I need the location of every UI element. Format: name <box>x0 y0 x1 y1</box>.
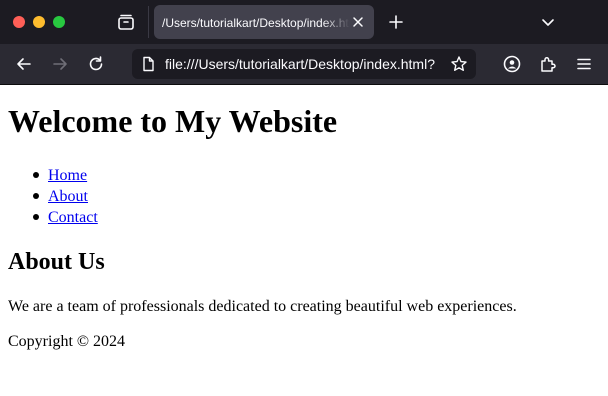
about-paragraph: We are a team of professionals dedicated… <box>8 298 517 315</box>
section-heading: About Us <box>8 249 105 275</box>
nav-link-contact[interactable]: Contact <box>48 209 98 226</box>
tab-title: /Users/tutorialkart/Desktop/index.html <box>162 16 350 30</box>
hamburger-menu-icon[interactable] <box>574 54 594 74</box>
window-minimize-button[interactable] <box>33 16 45 28</box>
copyright-footer: Copyright © 2024 <box>8 333 126 350</box>
arrow-right-icon[interactable] <box>50 54 70 74</box>
url-text[interactable]: file:///Users/tutorialkart/Desktop/index… <box>165 55 445 73</box>
window-close-button[interactable] <box>13 16 25 28</box>
arrow-left-icon[interactable] <box>14 54 34 74</box>
star-icon[interactable] <box>450 55 468 73</box>
plus-icon[interactable] <box>386 12 406 32</box>
nav-item-home: Home <box>8 165 98 186</box>
account-icon[interactable] <box>502 54 522 74</box>
nav-item-about: About <box>8 186 98 207</box>
address-bar[interactable]: file:///Users/tutorialkart/Desktop/index… <box>132 49 476 79</box>
page-title: Welcome to My Website <box>8 103 338 139</box>
page-content: Welcome to My Website Home About Contact… <box>0 85 608 396</box>
close-icon[interactable] <box>350 14 366 30</box>
nav-link-about[interactable]: About <box>48 188 88 205</box>
nav-item-contact: Contact <box>8 207 98 228</box>
window-zoom-button[interactable] <box>53 16 65 28</box>
tabs-list-icon[interactable] <box>116 12 136 32</box>
browser-title-bar: /Users/tutorialkart/Desktop/index.html <box>0 0 608 44</box>
reload-icon[interactable] <box>86 54 106 74</box>
navigation-toolbar: file:///Users/tutorialkart/Desktop/index… <box>0 44 608 85</box>
active-tab[interactable]: /Users/tutorialkart/Desktop/index.html <box>154 5 374 39</box>
tab-divider <box>148 6 149 38</box>
page-icon <box>143 56 154 72</box>
chevron-down-icon[interactable] <box>538 12 558 32</box>
nav-list: Home About Contact <box>8 165 98 228</box>
nav-link-home[interactable]: Home <box>48 167 87 184</box>
puzzle-icon[interactable] <box>538 54 558 74</box>
